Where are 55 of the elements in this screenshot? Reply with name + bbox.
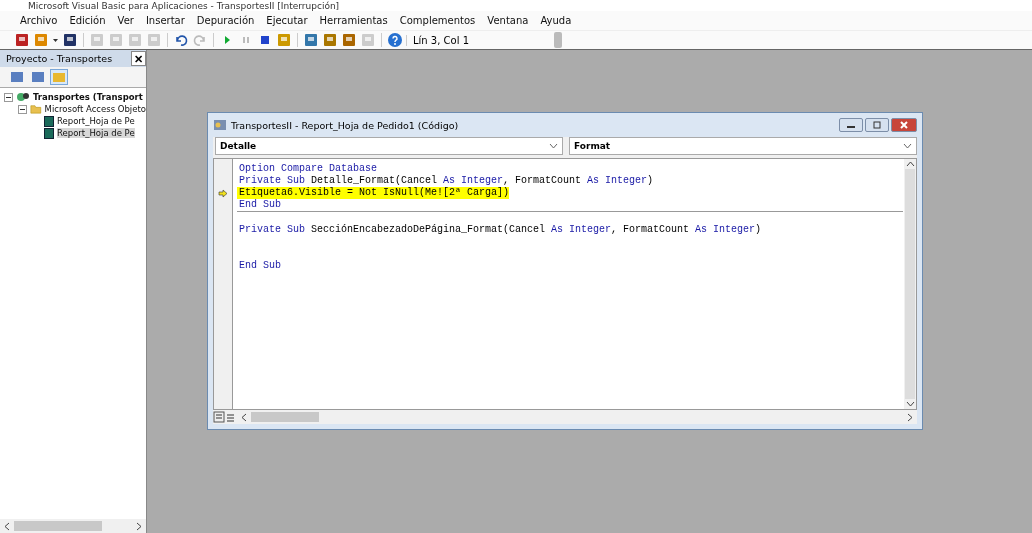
menu-item[interactable]: Ventana [487, 15, 529, 26]
folder-toggle-button[interactable] [50, 69, 68, 85]
menu-item[interactable]: Edición [69, 15, 106, 26]
close-button[interactable] [891, 118, 917, 132]
tree-item[interactable]: Report_Hoja de Pe [57, 116, 135, 126]
expander-icon[interactable] [18, 104, 27, 114]
object-dropdown[interactable]: Detalle [215, 137, 563, 155]
report-icon [44, 115, 54, 127]
vertical-scrollbar[interactable] [904, 159, 916, 409]
expander-icon[interactable] [4, 92, 13, 102]
menu-item[interactable]: Ejecutar [266, 15, 308, 26]
horizontal-scrollbar[interactable] [0, 519, 146, 533]
code-line: Private Sub Detalle_Format(Cancel As Integer, FormatCount As Integer) [238, 175, 655, 187]
help-icon[interactable] [387, 32, 403, 48]
code-line: Option Compare Database [238, 163, 379, 175]
scroll-left-icon[interactable] [241, 412, 247, 422]
report-icon [44, 127, 54, 139]
menu-item[interactable]: Herramientas [319, 15, 388, 26]
procedure-dropdown[interactable]: Format [569, 137, 917, 155]
scroll-down-icon[interactable] [905, 401, 915, 407]
close-icon [899, 121, 909, 129]
folder-icon [30, 103, 42, 115]
code-window-icon [213, 119, 227, 131]
minimize-button[interactable] [839, 118, 863, 132]
window-icon [10, 71, 24, 83]
scroll-up-icon[interactable] [905, 161, 915, 167]
view-code-button[interactable] [8, 69, 26, 85]
cursor-position: Lín 3, Col 1 [406, 34, 551, 46]
menu-item[interactable]: Insertar [145, 15, 185, 26]
chevron-down-icon[interactable] [549, 143, 558, 149]
scroll-left-icon[interactable] [4, 521, 10, 531]
close-button[interactable]: ✕ [131, 51, 146, 66]
view-object-button[interactable] [29, 69, 47, 85]
window-icon [31, 71, 45, 83]
code-line: End Sub [238, 260, 282, 272]
panel-title: Proyecto - Transportes [6, 53, 113, 64]
project-icon [16, 91, 30, 103]
folder-icon [52, 71, 66, 83]
tree-item[interactable]: Report_Hoja de Pe [57, 128, 135, 138]
scroll-right-icon[interactable] [907, 412, 913, 422]
code-line: End Sub [238, 199, 282, 211]
tree-item[interactable]: Microsoft Access Objeto [44, 104, 146, 114]
undo-icon[interactable] [173, 32, 189, 48]
code-line: Private Sub SecciónEncabezadoDePágina_Format(Cancel As Integer, FormatCount As Integer) [238, 224, 763, 236]
menu-item[interactable]: Depuración [196, 15, 255, 26]
menu-item[interactable]: Ver [117, 15, 134, 26]
menu-item[interactable]: Archivo [20, 15, 58, 26]
restore-icon [872, 121, 882, 129]
menu-item[interactable]: Ayuda [540, 15, 572, 26]
menu-item[interactable]: Complementos [399, 15, 476, 26]
scroll-right-icon[interactable] [136, 521, 142, 531]
chevron-down-icon[interactable] [903, 143, 912, 149]
window-title: TransportesII - Report_Hoja de Pedido1 (Código) [231, 119, 460, 131]
tree-item[interactable]: Transportes (Transport [33, 92, 143, 102]
window-title: Microsoft Visual Basic para Aplicaciones - TransportesII [Interrupción] [28, 0, 340, 11]
